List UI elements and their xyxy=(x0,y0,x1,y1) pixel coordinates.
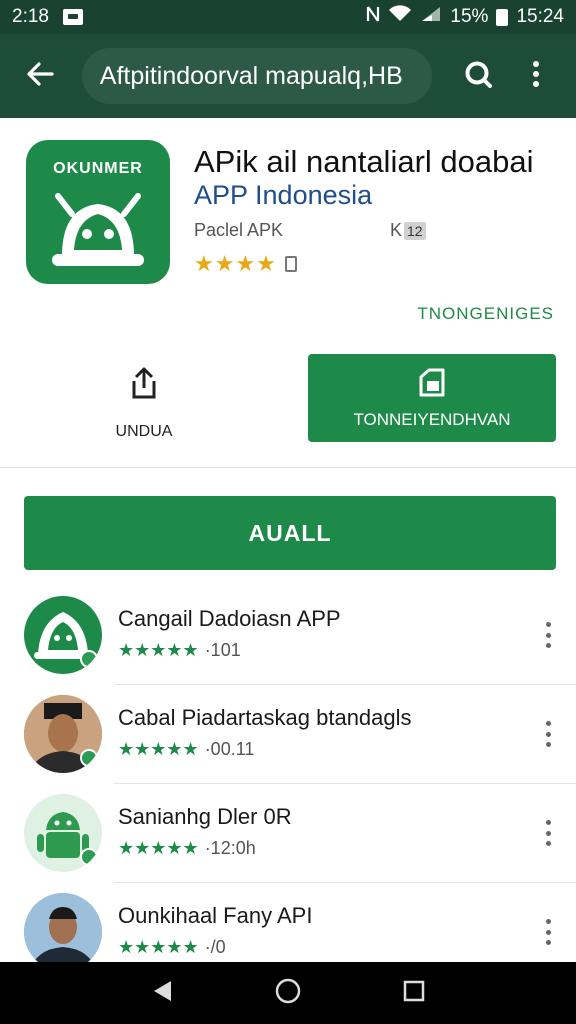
square-recents-icon xyxy=(403,980,425,1001)
app-avatar xyxy=(24,596,102,674)
list-item-menu-button[interactable] xyxy=(538,919,558,945)
app-rating-stars: ★★★★ xyxy=(194,251,277,276)
share-button[interactable]: UNDUA xyxy=(84,362,204,452)
app-bar: Aftpitindoorval mapualq,HB xyxy=(0,34,576,118)
status-time-left: 2:18 xyxy=(12,6,49,27)
list-item-menu-button[interactable] xyxy=(538,820,558,846)
app-meta-code: K xyxy=(390,220,403,240)
list-item[interactable]: Sanianhg Dler 0R ★★★★★ ·12:0h xyxy=(0,784,576,883)
list-item-menu-button[interactable] xyxy=(538,622,558,648)
search-query-field[interactable]: Aftpitindoorval mapualq,HB xyxy=(81,48,433,104)
triangle-back-icon xyxy=(154,980,171,1001)
app-avatar xyxy=(24,893,102,971)
list-item-rating: ★★★★★ ·12:0h xyxy=(118,838,256,859)
back-button[interactable] xyxy=(16,52,64,100)
status-bar: 2:18 15% 15:24 xyxy=(0,0,576,34)
list-item-stars: ★★★★★ xyxy=(118,739,199,759)
list-item-rating: ★★★★★ ·/0 xyxy=(118,937,226,958)
notification-icon xyxy=(62,9,83,25)
status-time-right: 15:24 xyxy=(516,6,564,27)
battery-icon xyxy=(496,8,509,26)
list-item-count: ·00.11 xyxy=(204,739,255,759)
android-logo-icon xyxy=(52,193,144,266)
list-item[interactable]: Cangail Dadoiasn APP ★★★★★ ·101 xyxy=(0,586,576,685)
related-apps-list: Cangail Dadoiasn APP ★★★★★ ·101 Cabal Pi… xyxy=(0,586,576,982)
list-item-title: Cabal Piadartaskag btandagls xyxy=(118,705,412,730)
system-nav-bar xyxy=(0,962,576,1024)
app-rating: ★★★★ xyxy=(194,251,297,277)
app-tag-link[interactable]: TNONGENIGES xyxy=(417,304,554,324)
folder-icon xyxy=(417,367,447,402)
search-icon xyxy=(463,59,493,94)
more-vert-icon xyxy=(532,60,540,93)
list-item[interactable]: Cabal Piadartaskag btandagls ★★★★★ ·00.1… xyxy=(0,685,576,784)
list-item-stars: ★★★★★ xyxy=(118,838,199,858)
main-install-button[interactable]: AUALL xyxy=(24,496,556,570)
verified-badge-icon xyxy=(80,848,98,866)
search-button[interactable] xyxy=(454,52,502,100)
list-item-stars: ★★★★★ xyxy=(118,640,199,660)
list-item-title: Ounkihaal Fany API xyxy=(118,903,313,928)
signal-icon xyxy=(420,5,442,29)
nav-home-button[interactable] xyxy=(275,978,301,1009)
battery-percent: 15% xyxy=(450,6,489,27)
share-label: UNDUA xyxy=(115,423,173,440)
app-icon-text: OKUNMER xyxy=(53,160,143,177)
list-item-rating: ★★★★★ ·00.11 xyxy=(118,739,254,760)
list-item-stars: ★★★★★ xyxy=(118,937,199,957)
primary-action-label: TONNEIYENDHVAN xyxy=(353,409,511,429)
app-meta-code-wrap: K 12 xyxy=(390,220,426,241)
primary-action-button[interactable]: TONNEIYENDHVAN xyxy=(308,354,556,442)
verified-badge-icon xyxy=(80,650,98,668)
nfc-icon xyxy=(366,5,380,29)
content-rating-icon xyxy=(284,256,297,272)
list-item-title: Cangail Dadoiasn APP xyxy=(118,606,341,631)
share-icon xyxy=(129,362,159,405)
back-arrow-icon xyxy=(26,58,54,95)
person-avatar-icon xyxy=(24,893,102,971)
app-title: APik ail nantaliarl doabai xyxy=(194,144,534,179)
action-row: UNDUA TONNEIYENDHVAN xyxy=(0,348,576,468)
app-meta-tag: 12 xyxy=(404,222,426,240)
list-item-menu-button[interactable] xyxy=(538,721,558,747)
list-item-count: ·12:0h xyxy=(204,838,256,858)
nav-recents-button[interactable] xyxy=(403,980,425,1007)
app-meta: Paclel APK K 12 xyxy=(194,220,426,241)
app-avatar xyxy=(24,695,102,773)
app-avatar xyxy=(24,794,102,872)
app-icon: OKUNMER xyxy=(26,140,170,284)
list-item-count: ·101 xyxy=(204,640,241,660)
wifi-icon xyxy=(388,5,412,29)
list-item-count: ·/0 xyxy=(204,937,226,957)
list-item-rating: ★★★★★ ·101 xyxy=(118,640,241,661)
list-item-title: Sanianhg Dler 0R xyxy=(118,804,292,829)
verified-badge-icon xyxy=(80,749,98,767)
app-header: OKUNMER APik ail nantaliarl doabai APP I… xyxy=(0,118,576,348)
app-meta-label: Paclel APK xyxy=(194,220,284,240)
nav-back-button[interactable] xyxy=(151,979,173,1008)
circle-home-icon xyxy=(275,978,301,1003)
app-developer-link[interactable]: APP Indonesia xyxy=(194,180,372,211)
overflow-menu-button[interactable] xyxy=(512,52,560,100)
